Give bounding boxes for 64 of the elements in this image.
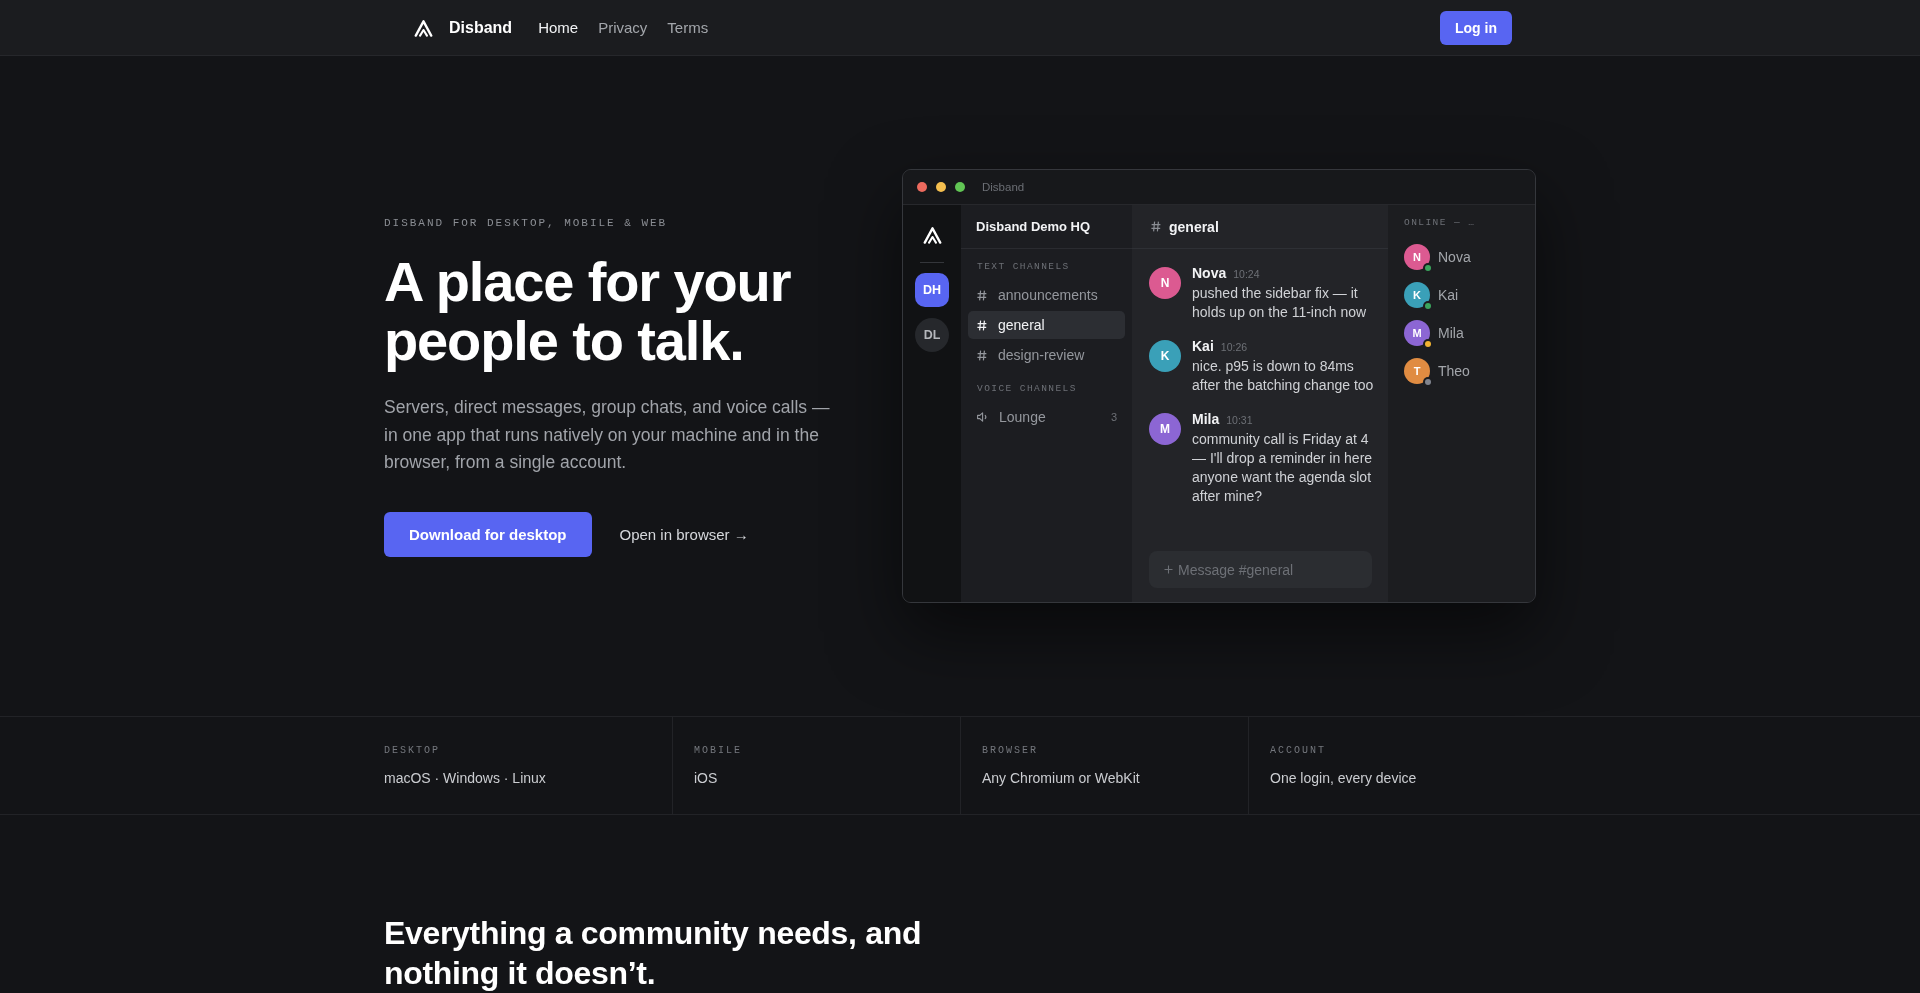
close-window-icon[interactable]: [917, 182, 927, 192]
hero-heading: A place for your people to talk.: [384, 252, 792, 371]
nav-link[interactable]: Terms: [667, 19, 709, 36]
user-avatar: K: [1149, 340, 1181, 372]
user-avatar: T: [1404, 358, 1430, 384]
channel-group-label: VOICE CHANNELS: [976, 383, 1078, 395]
logo-icon: [414, 18, 433, 37]
nav-link[interactable]: Privacy: [598, 19, 648, 36]
member-name: Mila: [1438, 325, 1464, 341]
download-button[interactable]: Download for desktop: [384, 511, 592, 557]
user-avatar: N: [1404, 244, 1430, 270]
message-author: Mila: [1192, 410, 1220, 429]
message-time: 10:24: [1233, 267, 1260, 282]
maximize-window-icon[interactable]: [955, 182, 965, 192]
member-name: Theo: [1438, 363, 1470, 379]
login-button[interactable]: Log in: [1440, 10, 1512, 45]
user-count: 3: [1110, 411, 1117, 423]
member-list-heading: ONLINE — …: [1404, 217, 1477, 229]
platform-label: ACCOUNT: [1270, 745, 1327, 757]
server-button[interactable]: DL: [915, 318, 949, 352]
message-time: 10:31: [1226, 413, 1253, 428]
platform-value: One login, every device: [1270, 769, 1418, 788]
platform-value: Any Chromium or WebKit: [982, 769, 1141, 788]
platform-value: iOS: [694, 769, 719, 788]
app-logo-icon: [922, 226, 942, 244]
nav-link[interactable]: Home: [538, 19, 579, 36]
section-heading: Everything a community needs, and nothing it doesn’t.: [384, 914, 923, 993]
minimize-window-icon[interactable]: [936, 182, 946, 192]
hash-icon: [977, 349, 987, 361]
message-input-field[interactable]: Message #general: [1178, 558, 1362, 581]
user-avatar: M: [1404, 320, 1430, 346]
brand-link[interactable]: Disband: [414, 18, 513, 37]
member-name: Kai: [1438, 287, 1459, 303]
message-author: Kai: [1192, 337, 1214, 356]
user-avatar: M: [1149, 413, 1181, 445]
open-in-browser-link[interactable]: Open in browser →: [619, 525, 749, 543]
channel-title: general: [1169, 218, 1219, 235]
member-name: Nova: [1438, 249, 1471, 265]
channel-group-label: TEXT CHANNELS: [976, 261, 1071, 273]
eyebrow-text: DISBAND FOR DESKTOP, MOBILE & WEB: [384, 216, 669, 232]
platform-value: macOS · Windows · Linux: [384, 769, 547, 788]
user-avatar: K: [1404, 282, 1430, 308]
channel-item[interactable]: Lounge 3: [968, 403, 1125, 431]
message-time: 10:26: [1220, 340, 1248, 355]
channel-item[interactable]: general: [968, 311, 1125, 339]
server-button[interactable]: DH: [915, 273, 949, 307]
hero-description: Servers, direct messages, group chats, and voice calls — in one app that runs natively on your machine and in the browser, from a single account.: [384, 396, 831, 475]
message-text: community call is Friday at 4 — I'll drop a reminder in here anyone want the agenda slot after mine?: [1192, 430, 1374, 506]
platform-label: BROWSER: [982, 745, 1039, 757]
platform-label: MOBILE: [694, 745, 743, 757]
message-text: nice. p95 is down to 84ms after the batching change too: [1192, 357, 1374, 395]
message-author: Nova: [1192, 264, 1227, 283]
plus-icon[interactable]: [1164, 565, 1173, 574]
message-text: pushed the sidebar fix — it holds up on the 11-inch now: [1192, 284, 1368, 322]
platform-label: DESKTOP: [384, 745, 441, 757]
channel-item[interactable]: design-review: [968, 341, 1125, 369]
channel-item[interactable]: announcements: [968, 281, 1125, 309]
speaker-icon: [977, 412, 988, 422]
user-avatar: N: [1149, 267, 1181, 299]
message-composer[interactable]: Message #general: [1149, 551, 1372, 588]
hash-icon: [977, 289, 987, 301]
window-title: Disband: [982, 181, 1025, 193]
hash-icon: [1151, 221, 1161, 232]
hash-icon: [977, 319, 987, 331]
